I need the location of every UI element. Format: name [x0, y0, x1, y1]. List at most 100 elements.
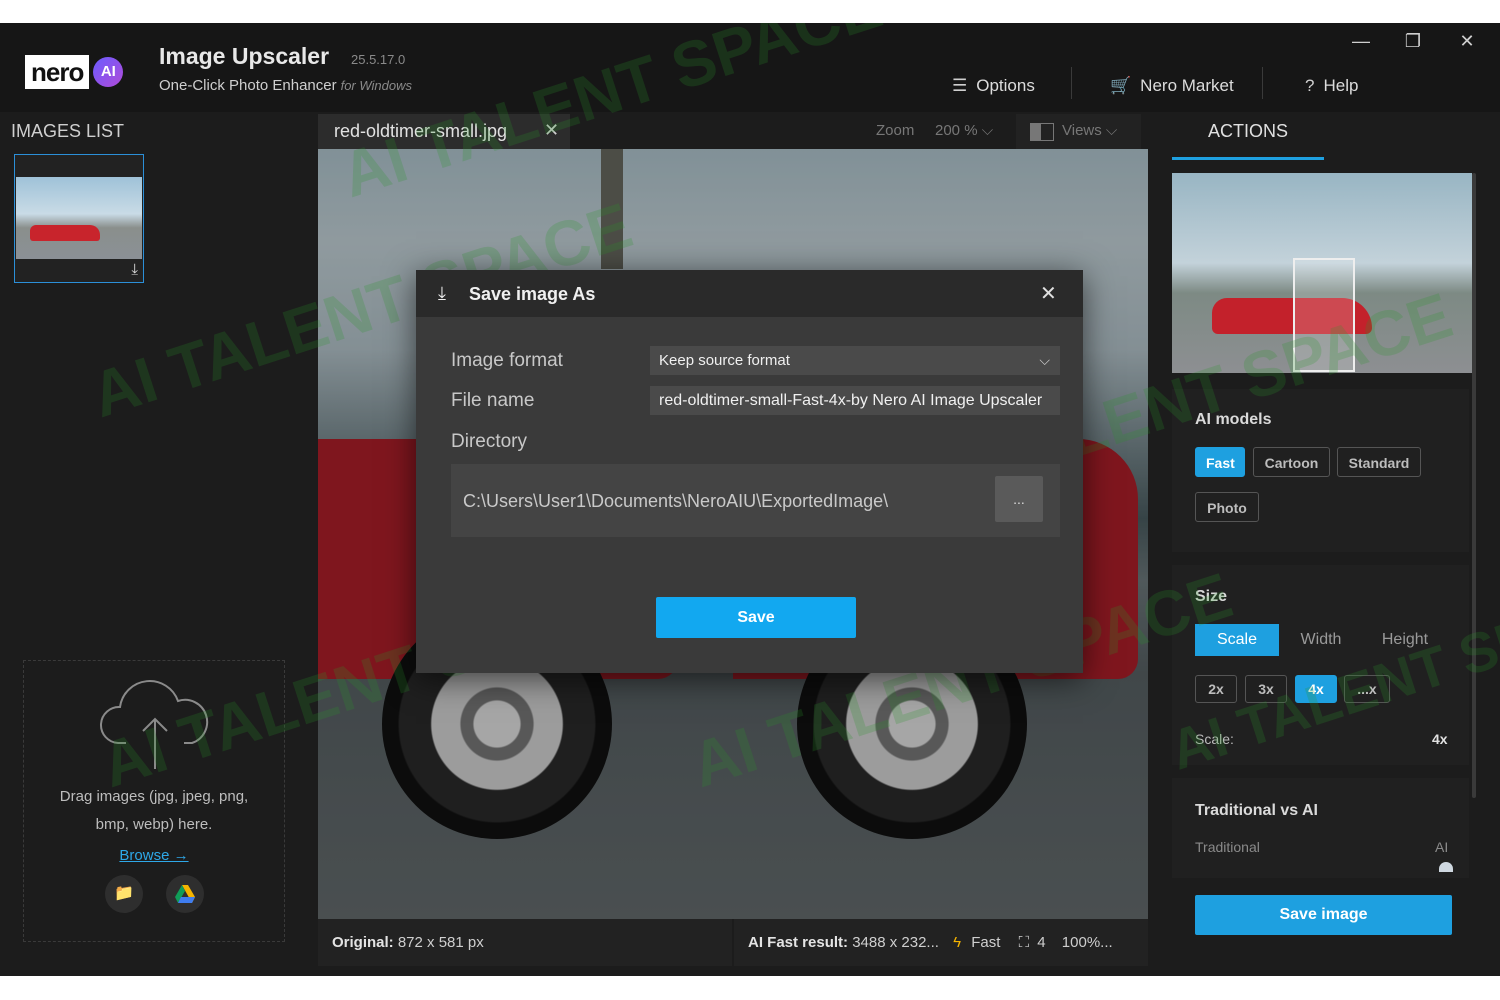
image-tab-bar: red-oldtimer-small.jpg ✕ Zoom 200 % ⌵ Vi…: [318, 114, 1148, 149]
model-cartoon-button[interactable]: Cartoon: [1253, 447, 1330, 477]
browse-link[interactable]: Browse →: [24, 847, 284, 864]
scale-4x-button[interactable]: 4x: [1295, 675, 1337, 703]
dialog-close-icon[interactable]: ✕: [1040, 281, 1057, 306]
logo-nero-text: nero: [25, 55, 90, 89]
model-photo-button[interactable]: Photo: [1195, 492, 1259, 522]
dialog-header: ⤓ Save image As ✕: [416, 270, 1083, 317]
original-label: Original: 872 x 581 px: [332, 934, 484, 951]
image-tab[interactable]: red-oldtimer-small.jpg ✕: [318, 114, 570, 149]
folder-icon[interactable]: 📁: [105, 875, 143, 913]
original-size: 872 x 581 px: [397, 934, 484, 951]
model-standard-button[interactable]: Standard: [1337, 447, 1421, 477]
image-format-value: Keep source format: [659, 352, 790, 369]
google-drive-icon[interactable]: [166, 875, 204, 913]
preview-viewport-handle[interactable]: [1293, 258, 1355, 372]
result-model: Fast: [971, 934, 1001, 951]
app-title: Image Upscaler: [159, 43, 330, 69]
size-tab-scale[interactable]: Scale: [1195, 624, 1279, 656]
tab-actions[interactable]: ACTIONS: [1172, 121, 1324, 160]
zoom-value: 200 %: [935, 122, 978, 139]
drop-zone[interactable]: Drag images (jpg, jpeg, png, bmp, webp) …: [23, 660, 285, 942]
scale-label: Scale:: [1195, 731, 1234, 747]
navigator-preview[interactable]: [1172, 173, 1472, 373]
views-text: Views: [1062, 122, 1102, 139]
zoom-label: Zoom: [876, 122, 915, 139]
scale-2x-button[interactable]: 2x: [1195, 675, 1237, 703]
split-view-icon: [1030, 123, 1054, 141]
dialog-save-button[interactable]: Save: [656, 597, 856, 638]
dialog-title: Save image As: [469, 284, 596, 304]
size-tab-width[interactable]: Width: [1279, 624, 1363, 656]
zoom-dropdown[interactable]: 200 % ⌵: [935, 122, 993, 139]
views-dropdown[interactable]: Views ⌵: [1016, 114, 1141, 149]
original-label-text: Original:: [332, 934, 394, 951]
title-bar: nero AI Image Upscaler 25.5.17.0 One-Cli…: [0, 23, 1500, 112]
download-icon[interactable]: ⤓: [131, 261, 138, 278]
nav-divider: [1262, 67, 1263, 99]
minimize-button[interactable]: —: [1349, 31, 1373, 52]
scale-3x-button[interactable]: 3x: [1245, 675, 1287, 703]
result-label-text: AI Fast result:: [748, 934, 849, 951]
subtitle-platform: for Windows: [340, 78, 412, 93]
nav-divider: [1071, 67, 1072, 99]
chevron-down-icon: ⌵: [1039, 352, 1050, 368]
drop-instructions: Drag images (jpg, jpeg, png, bmp, webp) …: [24, 783, 284, 839]
cloud-upload-icon: [99, 680, 209, 769]
close-tab-icon[interactable]: ✕: [544, 120, 559, 141]
question-icon: ?: [1305, 76, 1315, 95]
thumbnail-photo: [16, 177, 142, 259]
market-label: Nero Market: [1140, 76, 1234, 95]
file-name-input[interactable]: red-oldtimer-small-Fast-4x-by Nero AI Im…: [650, 386, 1060, 415]
save-image-dialog: ⤓ Save image As ✕ Image format Keep sour…: [416, 270, 1083, 673]
cart-icon: 🛒: [1110, 76, 1132, 95]
actions-scrollbar[interactable]: [1472, 173, 1476, 798]
sliders-icon: ☰: [952, 76, 968, 95]
drive-logo-shape: [175, 885, 195, 903]
save-image-button[interactable]: Save image: [1195, 895, 1452, 935]
ai-models-title: AI models: [1195, 411, 1272, 428]
scale-custom-button[interactable]: ...x: [1344, 675, 1390, 703]
directory-label: Directory: [451, 431, 528, 452]
logo-ai-badge: AI: [93, 57, 124, 87]
image-format-select[interactable]: Keep source format ⌵: [650, 346, 1060, 375]
size-tab-height[interactable]: Height: [1363, 624, 1447, 656]
save-download-icon: ⤓: [438, 283, 446, 303]
file-name-label: File name: [451, 390, 535, 411]
directory-field[interactable]: C:\Users\User1\Documents\NeroAIU\Exporte…: [451, 464, 1060, 537]
result-scale: 4: [1037, 934, 1046, 951]
expand-icon: ⛶: [1018, 934, 1030, 951]
subtitle-text: One-Click Photo Enhancer: [159, 77, 337, 94]
traditional-vs-ai-card: Traditional vs AI Traditional AI: [1172, 778, 1469, 878]
ai-label: AI: [1435, 839, 1449, 855]
traditional-label: Traditional: [1195, 839, 1260, 855]
image-format-label: Image format: [451, 350, 563, 371]
restore-button[interactable]: ❐: [1401, 31, 1425, 52]
tab-file-name: red-oldtimer-small.jpg: [334, 121, 508, 141]
scale-value: 4x: [1432, 731, 1448, 747]
options-label: Options: [976, 76, 1035, 95]
directory-path: C:\Users\User1\Documents\NeroAIU\Exporte…: [463, 491, 889, 511]
app-subtitle: One-Click Photo Enhancer for Windows: [159, 77, 412, 94]
image-thumbnail[interactable]: ⤓: [14, 154, 144, 283]
app-window: nero AI Image Upscaler 25.5.17.0 One-Cli…: [0, 23, 1500, 976]
close-button[interactable]: ✕: [1455, 31, 1479, 52]
result-percent: 100%...: [1061, 934, 1113, 951]
model-fast-button[interactable]: Fast: [1195, 447, 1245, 477]
result-info: AI Fast result: 3488 x 232...: [748, 934, 939, 951]
nero-ai-logo: nero AI: [25, 55, 124, 89]
comparison-slider-handle[interactable]: [1439, 862, 1453, 872]
ai-models-card: AI models Fast Cartoon Standard Photo: [1172, 389, 1469, 552]
help-button[interactable]: ? Help: [1305, 73, 1358, 99]
traditional-vs-ai-title: Traditional vs AI: [1195, 802, 1318, 819]
drop-text-line1: Drag images (jpg, jpeg, png,: [59, 788, 249, 805]
options-button[interactable]: ☰ Options: [952, 73, 1035, 99]
result-size: 3488 x 232...: [852, 934, 939, 951]
app-version: 25.5.17.0: [351, 52, 406, 67]
result-status: AI Fast result: 3488 x 232... ϟ Fast ⛶ 4…: [734, 919, 1148, 966]
views-label: Views ⌵: [1062, 122, 1118, 139]
thumbnail-car-shape: [30, 225, 100, 241]
help-label: Help: [1323, 76, 1359, 95]
browse-directory-button[interactable]: ...: [995, 476, 1043, 522]
original-status: Original: 872 x 581 px: [318, 919, 732, 966]
nero-market-button[interactable]: 🛒 Nero Market: [1110, 73, 1234, 99]
